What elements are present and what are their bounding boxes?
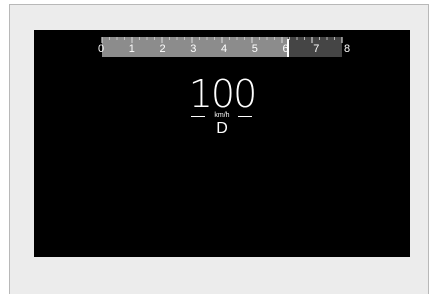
tachometer-scale-label: 1: [129, 43, 135, 55]
tachometer-needle: [287, 39, 289, 57]
gear-indicator: D: [216, 120, 228, 137]
tachometer-scale-label: 0: [98, 43, 104, 55]
tachometer-scale-label: 3: [190, 43, 196, 55]
instrument-display: 012345678 100 km/h D: [34, 30, 410, 257]
tachometer-scale-label: 2: [159, 43, 165, 55]
tachometer-scale-label: 8: [344, 43, 350, 55]
tachometer-scale-label: 4: [221, 43, 227, 55]
unit-divider-right: [238, 116, 252, 117]
tachometer-scale-label: 5: [252, 43, 258, 55]
speed-readout: 100: [188, 72, 258, 116]
tachometer-scale-label: 7: [313, 43, 319, 55]
tachometer-bar: 012345678: [98, 37, 350, 57]
